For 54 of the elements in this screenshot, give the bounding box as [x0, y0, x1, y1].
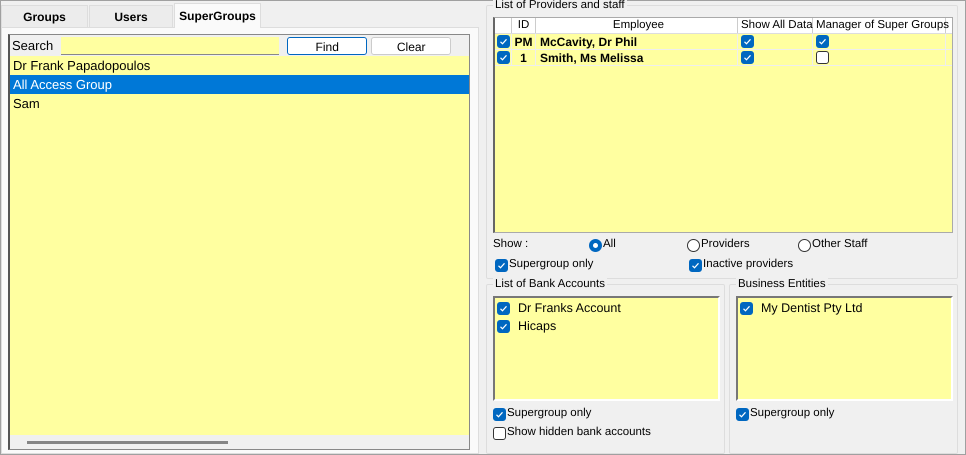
show-label: Show :	[493, 237, 530, 252]
column-header: Show All Data	[738, 18, 813, 33]
check-icon	[742, 304, 751, 312]
column-header: Manager of Super Groups	[813, 18, 946, 33]
checkbox[interactable]	[496, 51, 510, 64]
checkbox[interactable]	[497, 302, 510, 314]
checkbox[interactable]	[495, 258, 508, 272]
checkbox-label: Supergroup only	[509, 257, 594, 272]
checklist-item: Dr Franks Account	[518, 300, 621, 317]
column-header: ID	[512, 18, 536, 33]
table-cell: 1	[512, 50, 536, 65]
check-icon	[497, 260, 506, 270]
group-item[interactable]: Dr Frank Papadopoulos	[10, 56, 469, 75]
table-cell: PM	[512, 34, 536, 49]
checkbox[interactable]	[493, 426, 506, 440]
radio-button[interactable]	[589, 238, 602, 252]
checkbox[interactable]	[816, 35, 829, 48]
radio-button[interactable]	[687, 238, 700, 252]
check-icon	[738, 410, 747, 418]
checklist-item: My Dentist Pty Ltd	[761, 300, 862, 317]
table-cell: McCavity, Dr Phil	[536, 34, 738, 49]
check-icon	[691, 260, 700, 270]
search-button[interactable]: Clear	[371, 36, 452, 54]
search-button[interactable]: Find	[287, 36, 368, 54]
search-field[interactable]	[61, 36, 280, 54]
checkbox-label: Supergroup only	[750, 406, 834, 422]
checkbox-label: Show hidden bank accounts	[507, 425, 651, 440]
checkbox[interactable]	[741, 35, 754, 48]
radio-label: Providers	[701, 237, 750, 252]
checkbox[interactable]	[496, 35, 510, 48]
radio-label: All	[603, 237, 616, 252]
check-icon	[818, 37, 827, 46]
scrollbar-thumb[interactable]	[27, 440, 228, 444]
group-item[interactable]: All Access Group	[10, 75, 469, 94]
checkbox-label: Supergroup only	[507, 406, 592, 422]
checkbox[interactable]	[497, 320, 510, 332]
radio-button[interactable]	[798, 238, 811, 252]
tab[interactable]: Users	[89, 5, 173, 27]
radio-label: Other Staff	[812, 237, 868, 252]
group-item[interactable]: Sam	[10, 94, 469, 113]
tab[interactable]: SuperGroups	[174, 3, 261, 28]
check-icon	[495, 410, 504, 418]
checkbox[interactable]	[493, 408, 506, 420]
checkbox[interactable]	[689, 258, 702, 272]
table-cell: Smith, Ms Melissa	[536, 50, 738, 65]
checkbox[interactable]	[816, 51, 829, 64]
tab[interactable]: Groups	[1, 5, 88, 27]
checkbox[interactable]	[736, 408, 749, 420]
search-label: Search	[12, 36, 54, 55]
checkbox-label: Inactive providers	[703, 257, 794, 272]
checkbox[interactable]	[740, 302, 753, 314]
checkbox[interactable]	[741, 51, 754, 64]
checklist-item: Hicaps	[518, 318, 556, 335]
column-header: Employee	[536, 18, 738, 33]
